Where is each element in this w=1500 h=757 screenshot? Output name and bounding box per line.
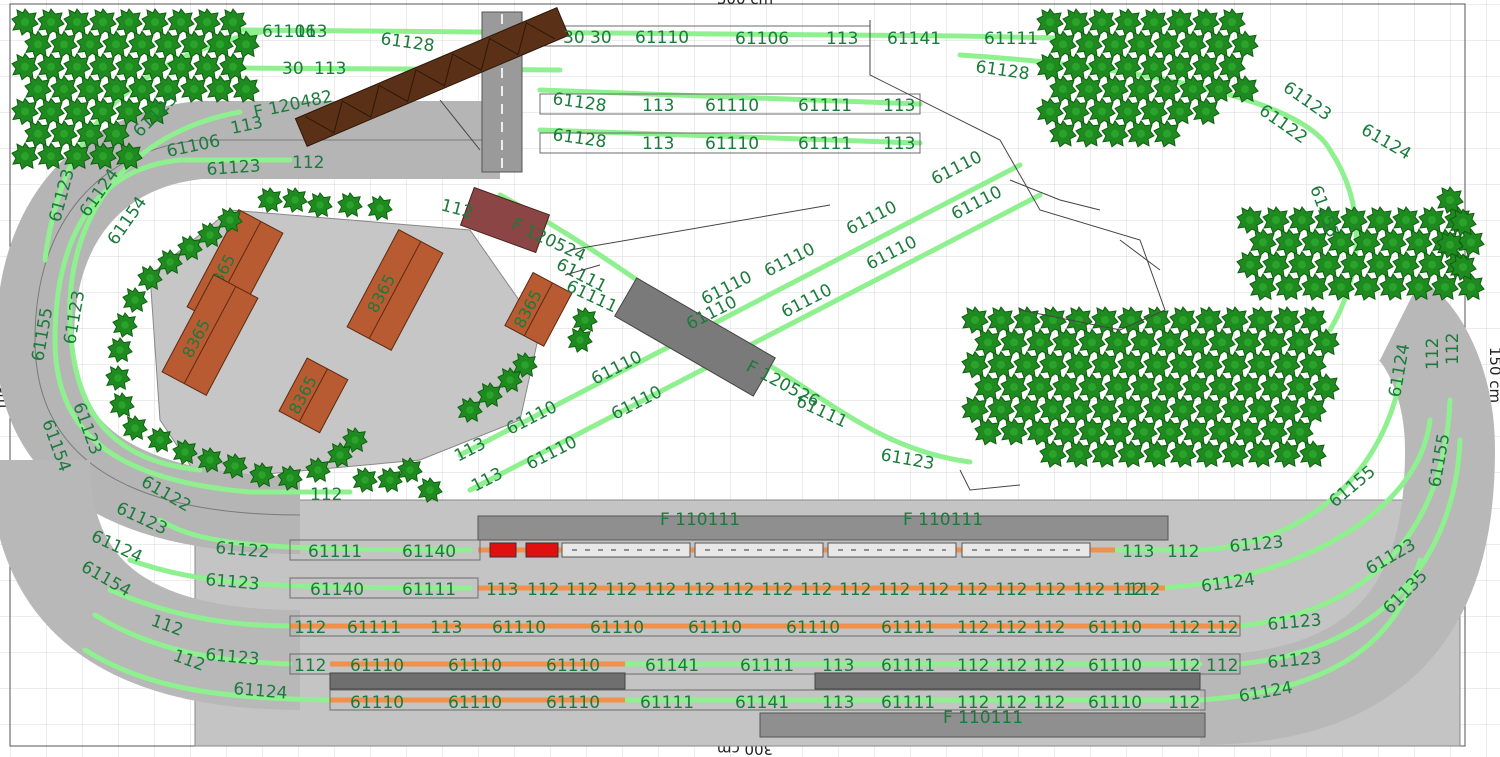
svg-text:112: 112: [1206, 656, 1238, 676]
svg-text:113: 113: [430, 618, 462, 638]
svg-text:112: 112: [1168, 693, 1200, 713]
svg-text:112: 112: [995, 580, 1027, 600]
svg-text:112: 112: [957, 656, 989, 676]
svg-text:61110: 61110: [350, 693, 404, 713]
svg-text:61106: 61106: [735, 29, 789, 49]
svg-text:61110: 61110: [705, 134, 759, 154]
svg-text:112: 112: [878, 580, 910, 600]
svg-text:112: 112: [1033, 618, 1065, 638]
svg-text:113: 113: [1122, 542, 1154, 562]
svg-text:112: 112: [1033, 693, 1065, 713]
svg-text:112: 112: [839, 580, 871, 600]
svg-text:113: 113: [883, 134, 915, 154]
svg-text:113: 113: [826, 29, 858, 49]
svg-text:112: 112: [1034, 580, 1066, 600]
svg-text:112: 112: [957, 693, 989, 713]
svg-text:61110: 61110: [688, 618, 742, 638]
svg-text:112: 112: [605, 580, 637, 600]
svg-text:112: 112: [722, 580, 754, 600]
svg-text:112: 112: [1443, 333, 1463, 365]
svg-text:113: 113: [314, 59, 346, 79]
svg-text:61141: 61141: [645, 656, 699, 676]
svg-text:112: 112: [292, 153, 324, 173]
svg-text:112: 112: [957, 618, 989, 638]
svg-text:113: 113: [642, 134, 674, 154]
train: [489, 542, 1091, 558]
svg-text:112: 112: [683, 580, 715, 600]
svg-text:61111: 61111: [347, 618, 401, 638]
svg-text:61123: 61123: [206, 156, 261, 180]
svg-text:112: 112: [294, 618, 326, 638]
svg-text:61111: 61111: [881, 618, 935, 638]
svg-text:112: 112: [917, 580, 949, 600]
svg-text:112: 112: [995, 618, 1027, 638]
svg-text:61110: 61110: [546, 656, 600, 676]
svg-text:112: 112: [995, 693, 1027, 713]
svg-text:61111: 61111: [740, 656, 794, 676]
svg-text:61111: 61111: [984, 29, 1038, 49]
dim-top: 300 cm: [717, 0, 773, 8]
platform-1-label: F 110111: [660, 510, 740, 530]
svg-text:61110: 61110: [546, 693, 600, 713]
svg-text:61110: 61110: [705, 96, 759, 116]
svg-text:61141: 61141: [887, 29, 941, 49]
svg-text:112: 112: [310, 485, 342, 505]
svg-text:61110: 61110: [590, 618, 644, 638]
svg-text:61110: 61110: [448, 693, 502, 713]
svg-text:61110: 61110: [1088, 693, 1142, 713]
svg-text:61140: 61140: [402, 542, 456, 562]
svg-text:112: 112: [1206, 618, 1238, 638]
svg-text:112: 112: [1423, 338, 1443, 370]
svg-text:61106: 61106: [262, 22, 316, 42]
svg-text:112: 112: [956, 580, 988, 600]
svg-text:113: 113: [822, 693, 854, 713]
svg-text:112: 112: [1167, 542, 1199, 562]
svg-text:61110: 61110: [1088, 618, 1142, 638]
svg-text:61111: 61111: [308, 542, 362, 562]
svg-text:112: 112: [644, 580, 676, 600]
svg-text:113: 113: [883, 96, 915, 116]
svg-text:61110: 61110: [448, 656, 502, 676]
svg-text:30: 30: [282, 59, 304, 79]
svg-text:61111: 61111: [640, 693, 694, 713]
svg-text:61110: 61110: [786, 618, 840, 638]
svg-text:112: 112: [294, 656, 326, 676]
svg-text:30: 30: [563, 28, 585, 48]
svg-text:61111: 61111: [798, 96, 852, 116]
svg-text:112: 112: [800, 580, 832, 600]
svg-text:61110: 61110: [350, 656, 404, 676]
svg-text:61111: 61111: [402, 580, 456, 600]
svg-text:112: 112: [1128, 580, 1160, 600]
svg-text:113: 113: [642, 96, 674, 116]
svg-text:112: 112: [566, 580, 598, 600]
svg-text:61111: 61111: [881, 693, 935, 713]
svg-text:112: 112: [527, 580, 559, 600]
svg-text:112: 112: [1073, 580, 1105, 600]
svg-text:112: 112: [761, 580, 793, 600]
svg-text:112: 112: [995, 656, 1027, 676]
svg-text:61110: 61110: [492, 618, 546, 638]
svg-text:30: 30: [590, 28, 612, 48]
svg-text:61141: 61141: [735, 693, 789, 713]
svg-text:113: 113: [822, 656, 854, 676]
svg-text:61110: 61110: [635, 28, 689, 48]
svg-text:61111: 61111: [881, 656, 935, 676]
platform-1: [477, 515, 1169, 541]
svg-text:112: 112: [1168, 656, 1200, 676]
layout-plan: 300 cm 300 cm 150 cm 150 cm: [0, 0, 1500, 757]
platform-1b-label: F 110111: [903, 510, 983, 530]
svg-text:113: 113: [486, 580, 518, 600]
svg-text:61111: 61111: [798, 134, 852, 154]
svg-text:112: 112: [1033, 656, 1065, 676]
svg-text:61110: 61110: [1088, 656, 1142, 676]
svg-text:61140: 61140: [310, 580, 364, 600]
svg-text:112: 112: [1168, 618, 1200, 638]
